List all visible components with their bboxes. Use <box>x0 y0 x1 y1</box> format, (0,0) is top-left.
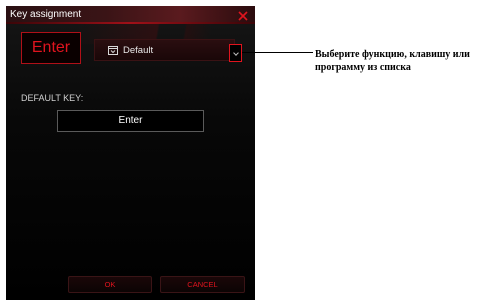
function-select[interactable]: Default <box>94 39 235 61</box>
selected-key-display: Enter <box>21 32 81 64</box>
default-key-value: Enter <box>57 110 204 132</box>
callout-text: Выберите функцию, клавишу или программу … <box>315 49 470 73</box>
chevron-down-icon[interactable] <box>229 44 242 62</box>
dialog-title: Key assignment <box>10 9 82 20</box>
close-icon[interactable] <box>236 9 250 23</box>
key-assignment-dialog: Key assignment Enter Default DEFAULT KEY… <box>6 6 255 300</box>
title-bar: Key assignment <box>6 6 255 24</box>
ok-button[interactable]: OK <box>68 276 152 293</box>
function-select-value: Default <box>123 45 154 56</box>
window-icon <box>108 46 118 55</box>
callout-line <box>242 52 313 53</box>
cancel-button[interactable]: CANCEL <box>160 276 245 293</box>
default-key-label: DEFAULT KEY: <box>21 93 84 103</box>
dialog-body <box>6 24 255 300</box>
